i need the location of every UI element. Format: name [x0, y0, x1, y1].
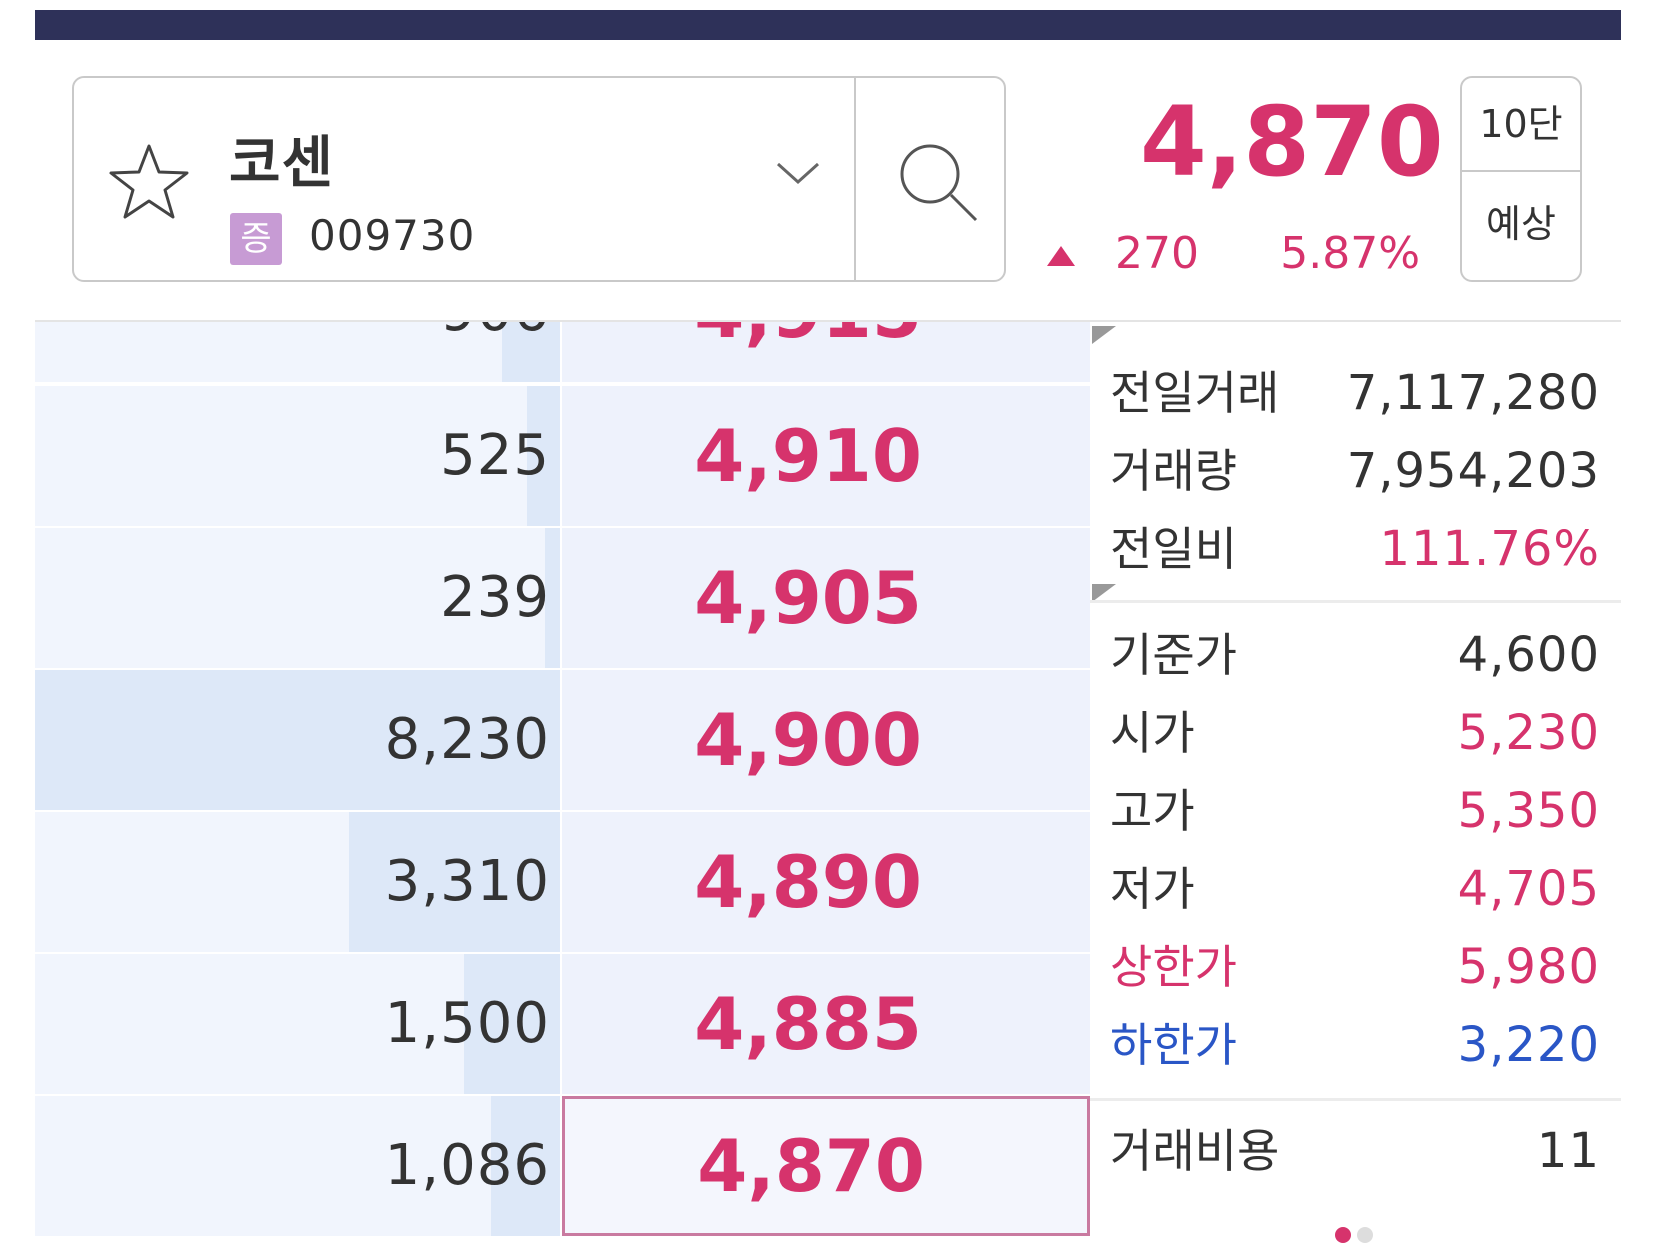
info-row-high: 고가 5,350	[1110, 772, 1600, 850]
stock-code: 009730	[309, 211, 476, 260]
info-value: 11	[1536, 1123, 1600, 1179]
info-label: 전일거래	[1110, 366, 1280, 420]
price-text: 4,885	[694, 982, 922, 1066]
info-row-vs-prev: 전일비 111.76%	[1110, 510, 1600, 588]
price-cell[interactable]: 4,910	[562, 386, 1090, 526]
info-row-volume: 거래량 7,954,203	[1110, 432, 1600, 510]
page-dot[interactable]	[1357, 1227, 1373, 1243]
chevron-down-icon[interactable]	[774, 158, 822, 188]
info-value: 7,117,280	[1346, 365, 1600, 421]
info-panel: 전일거래 7,117,280 거래량 7,954,203 전일비 111.76%…	[1090, 322, 1621, 1256]
orderbook-row[interactable]: 239 4,905	[35, 528, 1090, 670]
info-label: 상한가	[1110, 940, 1237, 994]
orderbook-row[interactable]: 3,310 4,890	[35, 812, 1090, 954]
qty-cell: 1,086	[35, 1096, 560, 1236]
info-value: 5,350	[1457, 783, 1600, 839]
info-divider	[1090, 1098, 1621, 1101]
favorite-star-icon[interactable]	[104, 138, 194, 228]
qty-cell: 525	[35, 386, 560, 526]
forecast-button[interactable]: 예상	[1460, 172, 1582, 282]
search-icon	[900, 144, 978, 222]
current-price: 4,870	[1140, 86, 1444, 198]
info-row-lower-limit: 하한가 3,220	[1110, 1006, 1600, 1084]
info-label: 거래비용	[1110, 1124, 1280, 1178]
qty-text: 1,500	[384, 991, 550, 1056]
orderbook[interactable]: 906 4,915 525 4,910 239 4,905 8,230 4,90…	[35, 322, 1090, 1256]
info-label: 전일비	[1110, 522, 1237, 576]
price-text: 4,900	[694, 698, 922, 782]
info-row-trade-cost: 거래비용 11	[1110, 1112, 1600, 1190]
qty-text: 906	[440, 322, 550, 382]
info-label: 저가	[1110, 862, 1195, 916]
orderbook-row[interactable]: 525 4,910	[35, 386, 1090, 528]
qty-text: 239	[440, 565, 550, 630]
info-row-prev-volume: 전일거래 7,117,280	[1110, 354, 1600, 432]
info-label: 시가	[1110, 706, 1195, 760]
info-divider	[1090, 600, 1621, 603]
price-cell[interactable]: 4,890	[562, 812, 1090, 952]
info-value: 4,705	[1457, 861, 1600, 917]
info-row-open: 시가 5,230	[1110, 694, 1600, 772]
current-price-cell[interactable]: 4,870	[562, 1096, 1090, 1236]
price-text: 4,915	[562, 322, 922, 382]
orderbook-row[interactable]: 8,230 4,900	[35, 670, 1090, 812]
info-value: 5,980	[1457, 939, 1600, 995]
price-cell[interactable]: 4,905	[562, 528, 1090, 668]
price-cell[interactable]: 4,915	[562, 322, 1090, 382]
price-change-pct: 5.87%	[1280, 228, 1420, 279]
corner-marker	[1092, 326, 1116, 344]
ten-level-button[interactable]: 10단	[1460, 76, 1582, 172]
qty-text: 8,230	[384, 707, 550, 772]
info-value: 4,600	[1457, 627, 1600, 683]
info-row-upper-limit: 상한가 5,980	[1110, 928, 1600, 1006]
price-change: 270	[1115, 228, 1199, 279]
orderbook-row[interactable]: 1,086 4,870	[35, 1096, 1090, 1238]
orderbook-row[interactable]: 1,500 4,885	[35, 954, 1090, 1096]
up-arrow-icon	[1047, 246, 1075, 266]
orderbook-row[interactable]: 906 4,915	[35, 322, 1090, 384]
qty-cell: 906	[35, 322, 560, 382]
qty-text: 3,310	[384, 849, 550, 914]
qty-text: 525	[440, 423, 550, 488]
price-text: 4,890	[694, 840, 922, 924]
info-value: 3,220	[1457, 1017, 1600, 1073]
info-label: 고가	[1110, 784, 1195, 838]
market-badge: 증	[230, 213, 282, 265]
stock-selector[interactable]: 코센 증 009730	[72, 76, 1006, 282]
qty-cell: 8,230	[35, 670, 560, 810]
qty-text: 1,086	[384, 1133, 550, 1198]
price-cell[interactable]: 4,900	[562, 670, 1090, 810]
page-dot-active[interactable]	[1335, 1227, 1351, 1243]
info-label: 기준가	[1110, 628, 1237, 682]
stock-name[interactable]: 코센	[229, 118, 334, 199]
qty-cell: 1,500	[35, 954, 560, 1094]
info-label: 거래량	[1110, 444, 1237, 498]
qty-cell: 3,310	[35, 812, 560, 952]
info-row-base-price: 기준가 4,600	[1110, 616, 1600, 694]
price-text: 4,905	[694, 556, 922, 640]
info-label: 하한가	[1110, 1018, 1237, 1072]
qty-cell: 239	[35, 528, 560, 668]
price-text: 4,910	[694, 414, 922, 498]
info-value: 111.76%	[1379, 521, 1600, 577]
price-cell[interactable]: 4,885	[562, 954, 1090, 1094]
header-bar	[35, 10, 1621, 40]
info-value: 5,230	[1457, 705, 1600, 761]
price-text: 4,870	[697, 1124, 925, 1208]
info-row-low: 저가 4,705	[1110, 850, 1600, 928]
page-indicator[interactable]	[1335, 1227, 1379, 1247]
search-button[interactable]	[856, 78, 1004, 280]
info-value: 7,954,203	[1346, 443, 1600, 499]
